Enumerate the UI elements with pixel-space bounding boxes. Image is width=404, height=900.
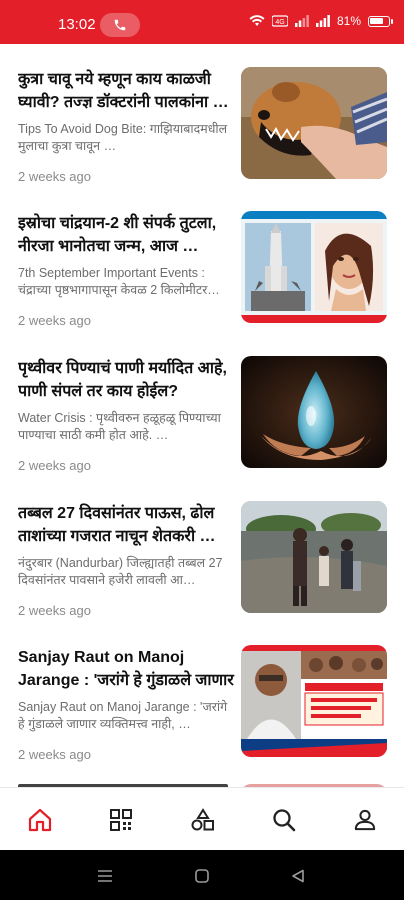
news-headline[interactable]: इस्रोचा चांद्रयान-2 शी संपर्क तुटला, नीर… [18, 212, 236, 258]
news-headline[interactable]: पृथ्वीवर पिण्याचं पाणी मर्यादित आहे, पाण… [18, 357, 236, 403]
farmers-rain [241, 501, 387, 613]
news-timestamp: 2 weeks ago [18, 169, 91, 184]
news-headline[interactable]: कुत्रा चावू नये म्हणून काय काळजी घ्यावी?… [18, 68, 236, 114]
status-time: 13:02 [58, 16, 96, 33]
back-triangle-icon [292, 869, 304, 883]
system-navigation-bar [0, 850, 404, 900]
home-icon [28, 808, 52, 832]
chandrayaan-collage [241, 211, 387, 323]
home-system-button[interactable] [192, 866, 212, 886]
volte-icon: 4G [271, 15, 288, 27]
bottom-navigation [0, 787, 404, 850]
news-card[interactable]: Sanjay Raut on Manoj Jarange : 'जरांगे ह… [0, 622, 404, 762]
battery-percent: 81% [336, 14, 361, 28]
news-timestamp: 2 weeks ago [18, 313, 91, 328]
news-card[interactable]: कुत्रा चावू नये म्हणून काय काळजी घ्यावी?… [0, 44, 404, 184]
news-card[interactable]: पृथ्वीवर पिण्याचं पाणी मर्यादित आहे, पाण… [0, 333, 404, 473]
back-button[interactable] [288, 866, 308, 886]
menu-lines-icon [98, 870, 112, 882]
nav-categories[interactable] [107, 806, 135, 834]
status-bar: 13:02 4G 81% [0, 0, 404, 44]
news-summary: 7th September Important Events : चंद्राच… [18, 266, 220, 297]
news-timestamp: 2 weeks ago [18, 603, 91, 618]
news-feed[interactable]: कुत्रा चावू नये म्हणून काय काळजी घ्यावी?… [0, 44, 404, 787]
profile-icon [354, 809, 376, 831]
news-summary: Tips To Avoid Dog Bite: गाझियाबादमधील मु… [18, 122, 228, 153]
news-thumbnail[interactable] [241, 211, 387, 323]
battery-icon [368, 15, 393, 27]
news-summary: नंदुरबार (Nandurbar) जिल्ह्यातही तब्बल 2… [18, 556, 223, 587]
nav-home[interactable] [26, 806, 54, 834]
news-channel-collage [241, 645, 387, 757]
dog-bite-photo [241, 67, 387, 179]
news-thumbnail[interactable] [241, 356, 387, 468]
news-summary: Water Crisis : पृथ्वीवरुन हळूहळू पिण्याच… [18, 411, 221, 442]
signal-icon-sim2 [315, 15, 330, 27]
categories-icon [110, 809, 132, 831]
news-thumbnail[interactable] [241, 645, 387, 757]
news-card-partial[interactable] [0, 766, 404, 787]
news-card[interactable]: इस्रोचा चांद्रयान-2 शी संपर्क तुटला, नीर… [0, 188, 404, 328]
wifi-icon [249, 15, 265, 26]
news-thumbnail[interactable] [241, 67, 387, 179]
square-icon [195, 869, 209, 883]
search-icon [273, 809, 296, 832]
news-headline[interactable]: Sanjay Raut on Manoj Jarange : 'जरांगे ह… [18, 646, 236, 694]
news-thumbnail[interactable] [241, 501, 387, 613]
news-summary: Sanjay Raut on Manoj Jarange : 'जरांगे ह… [18, 700, 228, 731]
svg-text:4G: 4G [275, 19, 284, 26]
signal-icon-sim1 [294, 15, 309, 27]
nav-shorts[interactable] [189, 806, 217, 834]
shapes-icon [191, 808, 214, 831]
news-card[interactable]: तब्बल 27 दिवसांनंतर पाऊस, ढोल ताशांच्या … [0, 478, 404, 618]
nav-profile[interactable] [351, 806, 379, 834]
water-drop-hands [241, 356, 387, 468]
recents-button[interactable] [95, 866, 115, 886]
news-headline[interactable]: तब्बल 27 दिवसांनंतर पाऊस, ढोल ताशांच्या … [18, 502, 236, 548]
phone-icon [114, 19, 126, 31]
news-timestamp: 2 weeks ago [18, 747, 91, 762]
ongoing-call-chip[interactable] [100, 13, 140, 37]
news-timestamp: 2 weeks ago [18, 458, 91, 473]
nav-search[interactable] [270, 806, 298, 834]
